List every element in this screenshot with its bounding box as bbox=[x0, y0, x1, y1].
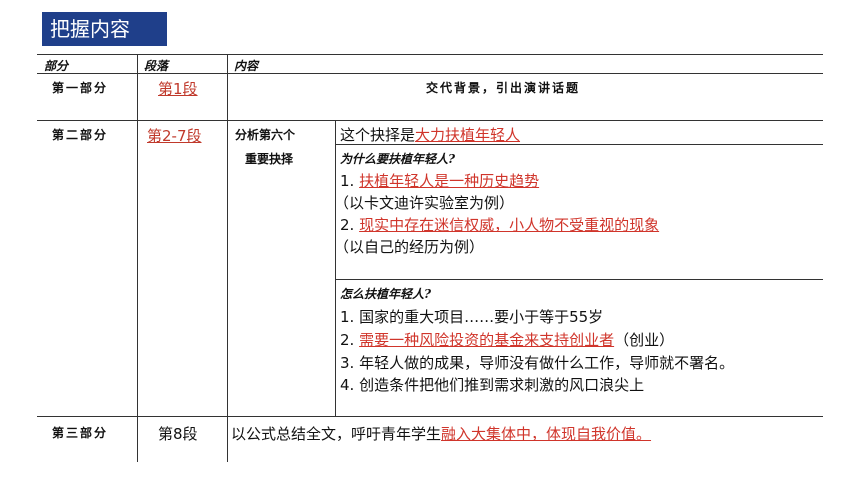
how-item-2-text: 需要一种风险投资的基金来支持创业者 bbox=[359, 331, 615, 349]
how-item-3: 3. 年轻人做的成果，导师没有做什么工作，导师就不署名。 bbox=[340, 354, 735, 372]
row1-content: 交代背景，引出演讲话题 bbox=[426, 81, 581, 95]
col-line-3 bbox=[335, 120, 336, 416]
why-item-1: 1. 扶植年轻人是一种历史趋势 bbox=[340, 170, 539, 191]
row1-part: 第一部分 bbox=[52, 81, 109, 95]
col-line-2 bbox=[227, 54, 228, 462]
header-part: 部分 bbox=[44, 59, 69, 73]
choice-highlight: 大力扶植年轻人 bbox=[415, 126, 521, 144]
row2-bottom-line bbox=[37, 416, 823, 417]
row3-content-prefix: 以公式总结全文，呼吁青年学生 bbox=[231, 425, 442, 443]
header-content: 内容 bbox=[234, 59, 259, 73]
row1-para-link[interactable]: 第1段 bbox=[158, 78, 198, 99]
table-top-line bbox=[37, 54, 823, 55]
slide-title: 把握内容 bbox=[42, 12, 167, 46]
how-question: 怎么扶植年轻人? bbox=[340, 287, 432, 301]
row3-content-highlight: 融入大集体中，体现自我价值。 bbox=[441, 425, 652, 443]
why-item-2-example: （以自己的经历为例） bbox=[334, 238, 485, 256]
row1-bottom-line bbox=[37, 120, 823, 121]
row2-sub2-line bbox=[335, 279, 823, 280]
row2-sub-label-2: 重要抉择 bbox=[245, 152, 294, 166]
why-item-2-text: 现实中存在迷信权威，小人物不受重视的现象 bbox=[359, 216, 660, 234]
why-item-1-text: 扶植年轻人是一种历史趋势 bbox=[359, 172, 540, 190]
row3-para: 第8段 bbox=[158, 425, 198, 443]
row3-content: 以公式总结全文，呼吁青年学生融入大集体中，体现自我价值。 bbox=[231, 423, 651, 444]
header-para: 段落 bbox=[144, 59, 169, 73]
row2-sub-label-1: 分析第六个 bbox=[235, 128, 296, 142]
how-item-4: 4. 创造条件把他们推到需求刺激的风口浪尖上 bbox=[340, 376, 645, 394]
choice-prefix: 这个抉择是 bbox=[340, 126, 416, 144]
col-line-1 bbox=[137, 54, 138, 462]
why-item-1-example: （以卡文迪许实验室为例） bbox=[334, 194, 515, 212]
why-item-1-num: 1. bbox=[340, 172, 360, 190]
why-item-2: 2. 现实中存在迷信权威，小人物不受重视的现象 bbox=[340, 214, 659, 235]
why-question: 为什么要扶植年轻人? bbox=[340, 152, 456, 166]
row2-part: 第二部分 bbox=[52, 128, 109, 142]
row3-part: 第三部分 bbox=[52, 426, 109, 440]
choice-line: 这个抉择是大力扶植年轻人 bbox=[340, 124, 520, 145]
how-item-2: 2. 需要一种风险投资的基金来支持创业者（创业） bbox=[340, 329, 674, 350]
how-item-2-num: 2. bbox=[340, 331, 360, 349]
how-item-2-tail: （创业） bbox=[614, 331, 675, 349]
row2-para-link[interactable]: 第2-7段 bbox=[147, 125, 202, 146]
how-item-1: 1. 国家的重大项目……要小于等于55岁 bbox=[340, 308, 604, 326]
why-item-2-num: 2. bbox=[340, 216, 360, 234]
